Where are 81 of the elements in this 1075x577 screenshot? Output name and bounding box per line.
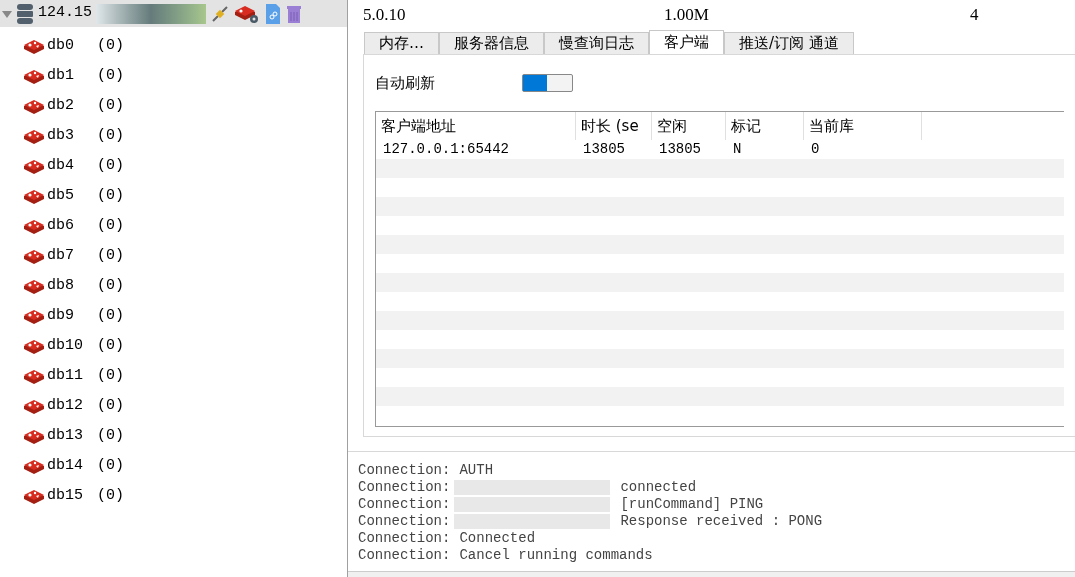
log-prefix: Connection: (358, 496, 451, 513)
database-icon (23, 67, 45, 85)
database-name[interactable]: db7 (47, 244, 95, 268)
database-icon (23, 157, 45, 175)
database-icon (23, 487, 45, 505)
database-name[interactable]: db4 (47, 154, 95, 178)
database-name[interactable]: db1 (47, 64, 95, 88)
database-icon (23, 247, 45, 265)
database-name[interactable]: db15 (47, 484, 95, 508)
tab[interactable]: 推送/订阅 通道 (724, 32, 854, 54)
key-count: (0) (97, 125, 124, 146)
table-cell-text: 13805 (582, 140, 626, 159)
log-message: connected (620, 479, 697, 496)
auto-refresh-toggle[interactable] (522, 74, 573, 92)
database-name[interactable]: db10 (47, 334, 95, 358)
server-icon (16, 2, 34, 25)
plug-icon[interactable] (210, 3, 230, 24)
database-name[interactable]: db14 (47, 454, 95, 478)
document-link-icon[interactable] (264, 2, 282, 25)
key-count: (0) (97, 35, 124, 56)
key-count: (0) (97, 425, 124, 446)
table-cell-text: N (732, 140, 743, 159)
tab[interactable]: 客户端 (649, 30, 724, 54)
log-message: AUTH (459, 462, 494, 479)
database-name[interactable]: db5 (47, 184, 95, 208)
database-icon (23, 457, 45, 475)
database-name[interactable]: db6 (47, 214, 95, 238)
tab[interactable]: 服务器信息 (439, 32, 544, 54)
expand-arrow-icon[interactable] (2, 8, 12, 19)
key-count: (0) (97, 305, 124, 326)
database-icon (23, 427, 45, 445)
database-name[interactable]: db0 (47, 34, 95, 58)
log-prefix: Connection: (358, 462, 451, 479)
database-name[interactable]: db12 (47, 394, 95, 418)
info-value: 5.0.10 (363, 4, 407, 27)
key-count: (0) (97, 485, 124, 506)
log-prefix: Connection: (358, 479, 451, 496)
database-icon (23, 307, 45, 325)
database-name[interactable]: db3 (47, 124, 95, 148)
tab[interactable]: 内存… (364, 32, 439, 54)
database-name[interactable]: db2 (47, 94, 95, 118)
trash-icon[interactable] (286, 3, 302, 24)
key-count: (0) (97, 245, 124, 266)
database-icon (23, 337, 45, 355)
table-cell-text: 0 (810, 140, 821, 159)
database-icon (23, 367, 45, 385)
log-prefix: Connection: (358, 513, 451, 530)
log-prefix: Connection: (358, 530, 451, 547)
log-message: [runCommand] PING (620, 496, 764, 513)
database-icon (23, 127, 45, 145)
log-prefix: Connection: (358, 547, 451, 564)
log-message: Connected (459, 530, 536, 547)
key-count: (0) (97, 65, 124, 86)
key-count: (0) (97, 95, 124, 116)
key-count: (0) (97, 185, 124, 206)
table-cell-text: 13805 (658, 140, 702, 159)
database-name[interactable]: db8 (47, 274, 95, 298)
database-name[interactable]: db13 (47, 424, 95, 448)
key-count: (0) (97, 155, 124, 176)
key-count: (0) (97, 275, 124, 296)
database-icon (23, 37, 45, 55)
database-name[interactable]: db9 (47, 304, 95, 328)
key-count: (0) (97, 335, 124, 356)
key-count: (0) (97, 365, 124, 386)
log-message: Response received : PONG (620, 513, 823, 530)
key-count: (0) (97, 395, 124, 416)
database-icon (23, 187, 45, 205)
tab[interactable]: 慢查询日志 (544, 32, 649, 54)
info-value: 1.00M (664, 4, 710, 27)
database-icon (23, 97, 45, 115)
key-count: (0) (97, 455, 124, 476)
database-icon (23, 217, 45, 235)
table-cell-text: 127.0.0.1:65442 (382, 140, 511, 159)
auto-refresh-label: 自动刷新 (375, 72, 436, 94)
database-icon (23, 277, 45, 295)
server-host[interactable]: 124.15 (38, 2, 92, 25)
key-count: (0) (97, 215, 124, 236)
database-name[interactable]: db11 (47, 364, 95, 388)
database-icon (23, 397, 45, 415)
info-value: 4 (970, 4, 979, 27)
log-message: Cancel running commands (459, 547, 653, 564)
